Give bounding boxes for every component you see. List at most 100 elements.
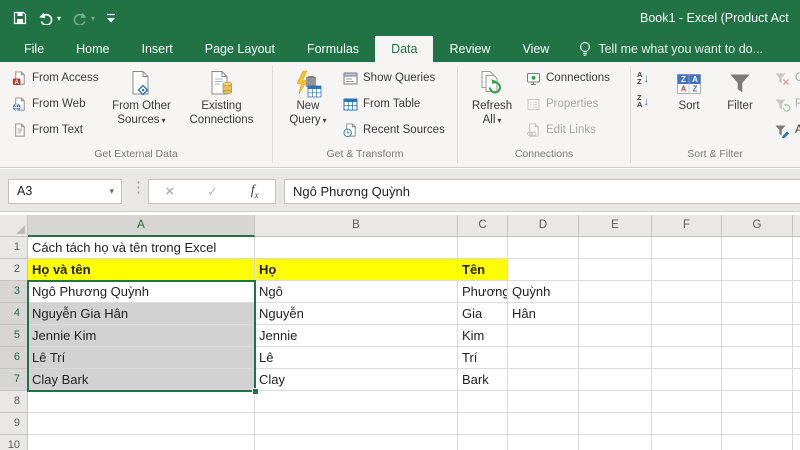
cell-B1[interactable]: [255, 237, 458, 259]
row-header-2[interactable]: 2: [0, 259, 28, 281]
tab-data[interactable]: Data: [375, 36, 434, 62]
cell-H6[interactable]: [793, 347, 800, 369]
row-header-5[interactable]: 5: [0, 325, 28, 347]
tab-insert[interactable]: Insert: [126, 36, 189, 62]
column-header-E[interactable]: E: [579, 215, 652, 237]
refresh-all-button[interactable]: Refresh All ▾: [464, 66, 520, 127]
row-header-3[interactable]: 3: [0, 281, 28, 303]
tab-file[interactable]: File: [8, 36, 60, 62]
row-header-4[interactable]: 4: [0, 303, 28, 325]
name-box-dropdown-icon[interactable]: ▾: [109, 180, 114, 203]
cell-H1[interactable]: [793, 237, 800, 259]
cell-D1[interactable]: [508, 237, 579, 259]
cell-H8[interactable]: [793, 391, 800, 413]
formula-input[interactable]: Ngô Phương Quỳnh: [284, 179, 800, 204]
from-table-button[interactable]: From Table: [337, 92, 450, 116]
cell-C9[interactable]: [458, 413, 508, 435]
cell-H4[interactable]: [793, 303, 800, 325]
cell-H7[interactable]: [793, 369, 800, 391]
cell-D8[interactable]: [508, 391, 579, 413]
cell-E3[interactable]: [579, 281, 652, 303]
cell-F2[interactable]: [652, 259, 722, 281]
reapply-filter-button[interactable]: Reapply: [769, 92, 800, 116]
cell-D7[interactable]: [508, 369, 579, 391]
tab-home[interactable]: Home: [60, 36, 125, 62]
row-header-9[interactable]: 9: [0, 413, 28, 435]
fill-handle[interactable]: [252, 388, 259, 395]
column-header-B[interactable]: B: [255, 215, 458, 237]
cell-G5[interactable]: [722, 325, 793, 347]
cell-E1[interactable]: [579, 237, 652, 259]
customize-quick-access-button[interactable]: [106, 12, 116, 24]
cell-H5[interactable]: [793, 325, 800, 347]
cell-F4[interactable]: [652, 303, 722, 325]
cell-F6[interactable]: [652, 347, 722, 369]
cell-G1[interactable]: [722, 237, 793, 259]
from-web-button[interactable]: From Web: [6, 92, 103, 116]
cell-F3[interactable]: [652, 281, 722, 303]
name-box[interactable]: A3 ▾: [8, 179, 122, 204]
cell-C6[interactable]: Trí: [458, 347, 508, 369]
cell-E2[interactable]: [579, 259, 652, 281]
cell-F8[interactable]: [652, 391, 722, 413]
advanced-filter-button[interactable]: Advanced: [769, 118, 800, 142]
cell-F9[interactable]: [652, 413, 722, 435]
connections-button[interactable]: Connections: [520, 66, 615, 90]
row-header-10[interactable]: 10: [0, 435, 28, 450]
cell-G9[interactable]: [722, 413, 793, 435]
tab-page-layout[interactable]: Page Layout: [189, 36, 291, 62]
cancel-icon[interactable]: ×: [165, 184, 174, 199]
cell-D3[interactable]: Quỳnh: [508, 281, 579, 303]
cell-C10[interactable]: [458, 435, 508, 450]
cell-A5[interactable]: Jennie Kim: [28, 325, 255, 347]
cell-D6[interactable]: [508, 347, 579, 369]
existing-connections-button[interactable]: Existing Connections: [179, 66, 263, 127]
cell-B10[interactable]: [255, 435, 458, 450]
cell-E4[interactable]: [579, 303, 652, 325]
cell-D4[interactable]: Hân: [508, 303, 579, 325]
cell-G10[interactable]: [722, 435, 793, 450]
cell-C7[interactable]: Bark: [458, 369, 508, 391]
tell-me-box[interactable]: Tell me what you want to do...: [579, 36, 763, 62]
cell-A6[interactable]: Lê Trí: [28, 347, 255, 369]
cell-D9[interactable]: [508, 413, 579, 435]
cell-A1[interactable]: Cách tách họ và tên trong Excel: [28, 237, 255, 259]
filter-button[interactable]: Filter: [715, 66, 765, 114]
sort-descending-button[interactable]: Z A ↓: [637, 94, 661, 109]
redo-button[interactable]: ▾: [72, 11, 95, 25]
cell-E10[interactable]: [579, 435, 652, 450]
cell-H3[interactable]: [793, 281, 800, 303]
cell-E6[interactable]: [579, 347, 652, 369]
cell-B6[interactable]: Lê: [255, 347, 458, 369]
cell-B2[interactable]: Họ: [255, 259, 458, 281]
from-other-sources-button[interactable]: From Other Sources ▾: [103, 66, 179, 127]
cell-G6[interactable]: [722, 347, 793, 369]
cell-F10[interactable]: [652, 435, 722, 450]
cell-B5[interactable]: Jennie: [255, 325, 458, 347]
formula-bar-grip[interactable]: ⋮: [131, 178, 146, 196]
column-header-A[interactable]: A: [28, 215, 255, 237]
cell-A8[interactable]: [28, 391, 255, 413]
column-header-G[interactable]: G: [722, 215, 793, 237]
sort-ascending-button[interactable]: A Z ↓: [637, 71, 661, 86]
enter-icon[interactable]: ✓: [207, 185, 218, 198]
cell-A9[interactable]: [28, 413, 255, 435]
column-header-F[interactable]: F: [652, 215, 722, 237]
row-header-6[interactable]: 6: [0, 347, 28, 369]
cell-C3[interactable]: Phương: [458, 281, 508, 303]
cell-C1[interactable]: [458, 237, 508, 259]
from-text-button[interactable]: From Text: [6, 118, 103, 142]
cell-H10[interactable]: [793, 435, 800, 450]
edit-links-button[interactable]: Edit Links: [520, 118, 615, 142]
cell-B9[interactable]: [255, 413, 458, 435]
insert-function-icon[interactable]: fx: [251, 183, 259, 200]
tab-formulas[interactable]: Formulas: [291, 36, 375, 62]
cell-D5[interactable]: [508, 325, 579, 347]
cell-A3[interactable]: Ngô Phương Quỳnh: [28, 281, 255, 303]
cell-A10[interactable]: [28, 435, 255, 450]
cell-E9[interactable]: [579, 413, 652, 435]
cell-E7[interactable]: [579, 369, 652, 391]
cell-C2[interactable]: Tên: [458, 259, 508, 281]
save-button[interactable]: [13, 11, 27, 25]
tab-review[interactable]: Review: [433, 36, 506, 62]
